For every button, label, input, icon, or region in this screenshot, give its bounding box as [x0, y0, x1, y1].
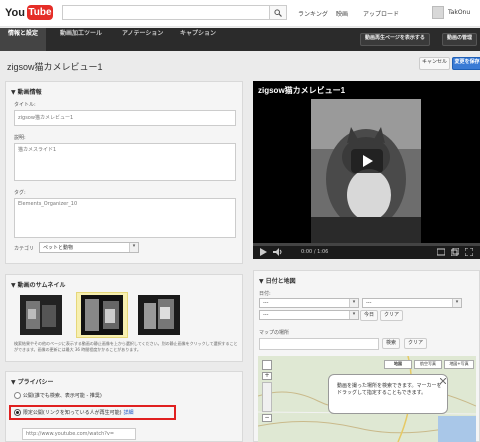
- thumbnail-option-3[interactable]: [138, 295, 180, 335]
- category-label: カテゴリ: [14, 246, 35, 252]
- save-button[interactable]: 変更を保存: [452, 57, 480, 70]
- chevron-down-icon: ▾: [129, 243, 138, 252]
- date-select-1-value: ---: [263, 300, 269, 306]
- category-select[interactable]: ペットと動物 ▾: [39, 242, 139, 253]
- view-watch-page-button[interactable]: 動画再生ページを表示する: [360, 33, 430, 46]
- tab-bar: 情報と設定 動画加工ツール アノテーション キャプション 動画再生ページを表示す…: [0, 28, 480, 51]
- play-button[interactable]: [351, 149, 383, 173]
- date-select-1[interactable]: --- ▾: [259, 298, 359, 308]
- date-map-header[interactable]: ▼ 日付と地図: [259, 276, 296, 285]
- category-value: ペットと動物: [43, 245, 74, 251]
- map-place-input[interactable]: [259, 338, 379, 350]
- radio-checked-icon[interactable]: [14, 409, 21, 416]
- privacy-option-public[interactable]: 公開(誰でも検索、表示可能 - 推奨): [14, 392, 102, 399]
- avatar[interactable]: [432, 6, 444, 19]
- privacy-option-unlisted-label: 限定公開(リンクを知っている人が再生可能): [22, 410, 122, 416]
- privacy-panel: ▼ プライバシー 公開(誰でも検索、表示可能 - 推奨) 限定公開(リンクを知って…: [5, 371, 243, 442]
- zoom-out-icon[interactable]: −: [262, 414, 272, 422]
- search-input[interactable]: [62, 5, 270, 20]
- tags-field[interactable]: Elements_Organizer_10: [14, 198, 236, 238]
- collapse-triangle-icon: ▼: [11, 379, 16, 386]
- cancel-button[interactable]: キャンセル: [419, 57, 450, 70]
- date-select-3[interactable]: --- ▾: [259, 310, 359, 320]
- map-tab-map[interactable]: 地図: [384, 360, 412, 369]
- quality-icon[interactable]: [437, 248, 445, 256]
- thumbnail-panel: ▼ 動画のサムネイル 検索結果やその他のページに表示する動画の静止画像を上から選択…: [5, 274, 243, 362]
- ranking-link[interactable]: ランキング: [298, 9, 328, 18]
- progress-bar[interactable]: [253, 243, 480, 246]
- tags-label: タグ:: [14, 190, 26, 196]
- title-field[interactable]: zigsow猫カメレビュー1: [14, 110, 236, 126]
- map-bubble-text: 動画を撮った場所を検索できます。マーカーをドラッグして指定することもできます。: [337, 383, 442, 396]
- date-select-2-value: ---: [366, 300, 372, 306]
- video-info-header-label: 動画情報: [17, 89, 42, 96]
- title-label: タイトル:: [14, 102, 36, 108]
- user-name[interactable]: TakOnu: [448, 9, 470, 16]
- upload-link[interactable]: アップロード: [363, 9, 399, 18]
- details-link[interactable]: 詳細: [124, 410, 134, 416]
- video-manager-button[interactable]: 動画の管理: [442, 33, 478, 46]
- video-url-field[interactable]: http://www.youtube.com/watch?v=: [22, 428, 136, 440]
- map-tab-hybrid[interactable]: 地図+写真: [444, 360, 474, 369]
- date-select-3-value: ---: [263, 312, 269, 318]
- logo-tube: Tube: [27, 5, 53, 20]
- date-select-2[interactable]: --- ▾: [362, 298, 462, 308]
- player-title: zigsow猫カメレビュー1: [258, 86, 346, 95]
- map[interactable]: + − 地図 航空写真 地図+写真 動画を撮った場所を検索できます。マーカーをド…: [258, 356, 476, 442]
- youtube-logo[interactable]: You Tube: [5, 3, 53, 23]
- play-icon[interactable]: [259, 248, 267, 256]
- privacy-header[interactable]: ▼ プライバシー: [11, 377, 54, 386]
- video-info-panel: ▼ 動画情報 タイトル: zigsow猫カメレビュー1 説明: 猫カメスライド1 …: [5, 81, 243, 264]
- collapse-triangle-icon: ▼: [259, 278, 264, 285]
- map-place-label: マップの場所: [259, 330, 290, 336]
- map-pan-control[interactable]: [262, 360, 272, 370]
- search-icon: [274, 9, 282, 17]
- radio-unchecked-icon[interactable]: [14, 392, 21, 399]
- player-time: 0:00 / 1:06: [301, 249, 329, 255]
- description-field[interactable]: 猫カメスライド1: [14, 143, 236, 181]
- description-label: 説明:: [14, 135, 26, 141]
- movies-link[interactable]: 映画: [336, 9, 348, 18]
- chevron-down-icon: ▾: [452, 299, 461, 307]
- tab-video-enhance[interactable]: 動画加工ツール: [60, 28, 102, 51]
- play-icon: [363, 155, 373, 167]
- map-clear-button[interactable]: クリア: [404, 338, 428, 349]
- close-icon[interactable]: [440, 378, 446, 384]
- video-player[interactable]: zigsow猫カメレビュー1 0:00 / 1:06: [253, 81, 480, 259]
- date-label: 日付:: [259, 291, 271, 297]
- chevron-down-icon: ▾: [349, 311, 358, 319]
- thumbnail-note: 検索結果やその他のページに表示する動画の静止画像を上から選択してください。別の静…: [14, 341, 238, 352]
- tab-captions[interactable]: キャプション: [180, 28, 216, 51]
- thumbnail-header-label: 動画のサムネイル: [17, 282, 66, 289]
- date-clear-button[interactable]: クリア: [380, 310, 404, 321]
- volume-icon[interactable]: [273, 248, 283, 256]
- zoom-in-icon[interactable]: +: [262, 372, 272, 380]
- collapse-triangle-icon: ▼: [11, 282, 16, 289]
- zoom-slider[interactable]: [262, 382, 272, 412]
- privacy-option-unlisted[interactable]: 限定公開(リンクを知っている人が再生可能) 詳細: [14, 409, 134, 416]
- privacy-header-label: プライバシー: [17, 379, 54, 386]
- thumbnail-option-1[interactable]: [20, 295, 62, 335]
- map-tab-satellite[interactable]: 航空写真: [414, 360, 442, 369]
- fullscreen-icon[interactable]: [465, 248, 473, 256]
- thumbnail-option-2[interactable]: [81, 295, 123, 335]
- map-search-button[interactable]: 検索: [382, 338, 401, 349]
- thumbnail-header[interactable]: ▼ 動画のサムネイル: [11, 280, 66, 289]
- page-title: zigsow猫カメレビュー1: [7, 62, 103, 72]
- player-controls: 0:00 / 1:06: [253, 243, 480, 259]
- search-button[interactable]: [270, 5, 287, 20]
- tab-annotations[interactable]: アノテーション: [122, 28, 163, 51]
- date-map-header-label: 日付と地図: [265, 278, 296, 285]
- video-info-header[interactable]: ▼ 動画情報: [11, 87, 42, 96]
- today-button[interactable]: 今日: [360, 310, 379, 321]
- tab-info-settings[interactable]: 情報と設定: [0, 28, 47, 51]
- map-info-bubble: 動画を撮った場所を検索できます。マーカーをドラッグして指定することもできます。: [328, 374, 448, 414]
- collapse-triangle-icon: ▼: [11, 89, 16, 96]
- logo-you: You: [5, 7, 25, 19]
- masthead: You Tube ランキング 映画 アップロード TakOnu: [0, 0, 480, 27]
- privacy-option-public-label: 公開(誰でも検索、表示可能 - 推奨): [22, 393, 102, 399]
- chevron-down-icon: ▾: [349, 299, 358, 307]
- popout-icon[interactable]: [451, 248, 459, 256]
